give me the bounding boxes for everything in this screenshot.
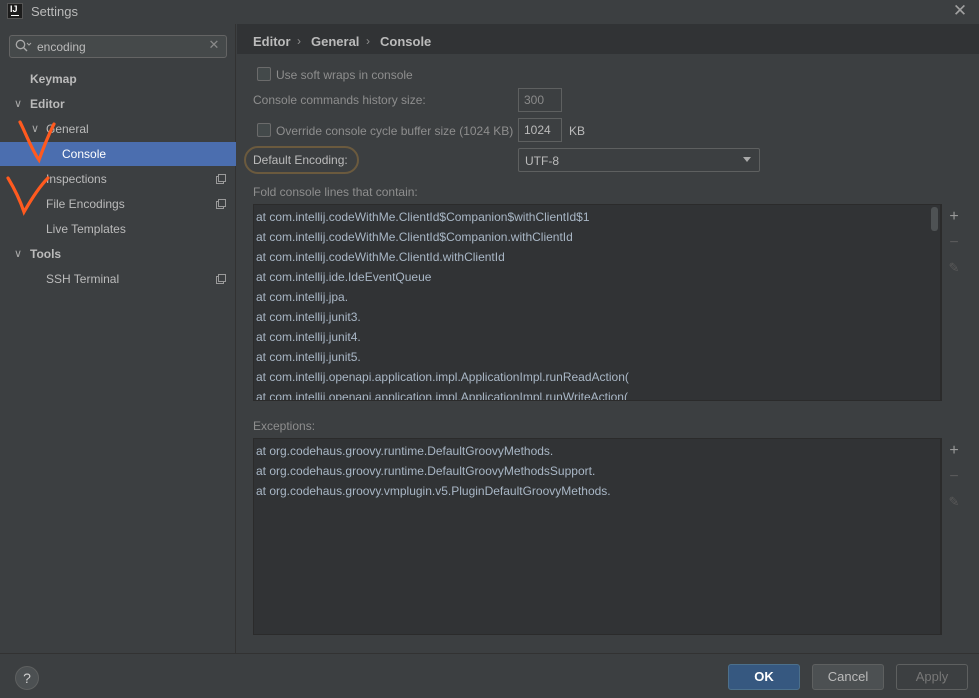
intellij-logo-icon: IJ bbox=[7, 3, 23, 19]
tree-item-label: Editor bbox=[30, 97, 65, 111]
cancel-button[interactable]: Cancel bbox=[812, 664, 884, 690]
fold-lines-list[interactable]: at com.intellij.codeWithMe.ClientId$Comp… bbox=[253, 204, 941, 401]
fold-lines-scrollbar[interactable] bbox=[931, 207, 938, 231]
history-size-label: Console commands history size: bbox=[253, 93, 426, 107]
tree-item-editor[interactable]: ∨ Editor bbox=[0, 92, 236, 116]
help-button[interactable]: ? bbox=[15, 666, 39, 690]
search-input[interactable] bbox=[37, 39, 197, 55]
tree-item-live-templates[interactable]: Live Templates bbox=[0, 217, 236, 241]
ok-button[interactable]: OK bbox=[728, 664, 800, 690]
cycle-buffer-field[interactable]: 1024 bbox=[518, 118, 562, 142]
exceptions-label: Exceptions: bbox=[253, 419, 316, 433]
list-item[interactable]: at com.intellij.codeWithMe.ClientId.with… bbox=[256, 250, 505, 264]
tree-item-label: Inspections bbox=[46, 172, 107, 186]
checkmark-annotation-icon bbox=[6, 176, 50, 216]
fold-lines-label: Fold console lines that contain: bbox=[253, 185, 418, 199]
list-item[interactable]: at com.intellij.codeWithMe.ClientId$Comp… bbox=[256, 230, 573, 244]
tree-item-ssh-terminal[interactable]: SSH Terminal bbox=[0, 267, 236, 291]
tree-item-label: Console bbox=[62, 147, 107, 161]
list-item[interactable]: at org.codehaus.groovy.runtime.DefaultGr… bbox=[256, 444, 553, 458]
edit-icon[interactable]: ✎ bbox=[946, 494, 962, 510]
cycle-buffer-label: Override console cycle buffer size (1024… bbox=[276, 124, 514, 138]
list-item[interactable]: at com.intellij.jpa. bbox=[256, 290, 348, 304]
breadcrumb-console: Console bbox=[380, 34, 432, 49]
list-item[interactable]: at com.intellij.codeWithMe.ClientId$Comp… bbox=[256, 210, 590, 224]
exceptions-list[interactable]: at org.codehaus.groovy.runtime.DefaultGr… bbox=[253, 438, 941, 635]
history-size-field[interactable]: 300 bbox=[518, 88, 562, 112]
copy-icon bbox=[216, 199, 226, 209]
breadcrumb-editor[interactable]: Editor bbox=[253, 34, 291, 49]
chevron-down-icon[interactable]: ∨ bbox=[14, 92, 26, 116]
tree-item-label: Live Templates bbox=[46, 222, 126, 236]
soft-wraps-checkbox[interactable] bbox=[257, 67, 271, 81]
edit-icon[interactable]: ✎ bbox=[946, 260, 962, 276]
tree-item-tools[interactable]: ∨ Tools bbox=[0, 242, 236, 266]
tree-item-label: SSH Terminal bbox=[46, 272, 120, 286]
title-bar bbox=[0, 0, 979, 24]
window-title: Settings bbox=[31, 4, 78, 19]
dropdown-arrow-icon[interactable] bbox=[743, 157, 751, 162]
copy-icon bbox=[216, 174, 226, 184]
list-item[interactable]: at com.intellij.ide.IdeEventQueue bbox=[256, 270, 431, 284]
copy-icon bbox=[216, 274, 226, 284]
tree-item-keymap[interactable]: Keymap bbox=[0, 67, 236, 91]
apply-button[interactable]: Apply bbox=[896, 664, 968, 690]
soft-wraps-label: Use soft wraps in console bbox=[276, 68, 413, 82]
chevron-down-icon[interactable]: ∨ bbox=[14, 242, 26, 266]
breadcrumb-general[interactable]: General bbox=[311, 34, 359, 49]
breadcrumb-separator: › bbox=[366, 34, 370, 48]
cycle-buffer-unit: KB bbox=[569, 124, 586, 138]
add-icon[interactable]: + bbox=[946, 209, 962, 225]
list-item[interactable]: at org.codehaus.groovy.runtime.DefaultGr… bbox=[256, 464, 595, 478]
list-item[interactable]: at org.codehaus.groovy.vmplugin.v5.Plugi… bbox=[256, 484, 611, 498]
search-icon[interactable] bbox=[14, 38, 32, 54]
list-item[interactable]: at com.intellij.junit4. bbox=[256, 330, 361, 344]
tree-item-label: Keymap bbox=[30, 72, 77, 86]
default-encoding-value: UTF-8 bbox=[525, 154, 559, 168]
close-icon[interactable]: ✕ bbox=[950, 1, 970, 21]
list-item[interactable]: at com.intellij.junit5. bbox=[256, 350, 361, 364]
remove-icon[interactable]: − bbox=[946, 469, 962, 485]
checkmark-annotation-icon bbox=[18, 120, 56, 164]
list-item[interactable]: at com.intellij.openapi.application.impl… bbox=[256, 370, 629, 384]
default-encoding-label: Default Encoding: bbox=[253, 153, 348, 167]
breadcrumb-separator: › bbox=[297, 34, 301, 48]
list-item[interactable]: at com.intellij.openapi.application.impl… bbox=[256, 390, 628, 400]
tree-item-label: Tools bbox=[30, 247, 62, 261]
add-icon[interactable]: + bbox=[946, 443, 962, 459]
cycle-buffer-checkbox[interactable] bbox=[257, 123, 271, 137]
tree-item-label: File Encodings bbox=[46, 197, 125, 211]
remove-icon[interactable]: − bbox=[946, 235, 962, 251]
list-item[interactable]: at com.intellij.junit3. bbox=[256, 310, 361, 324]
clear-search-icon[interactable]: ✕ bbox=[206, 37, 222, 55]
